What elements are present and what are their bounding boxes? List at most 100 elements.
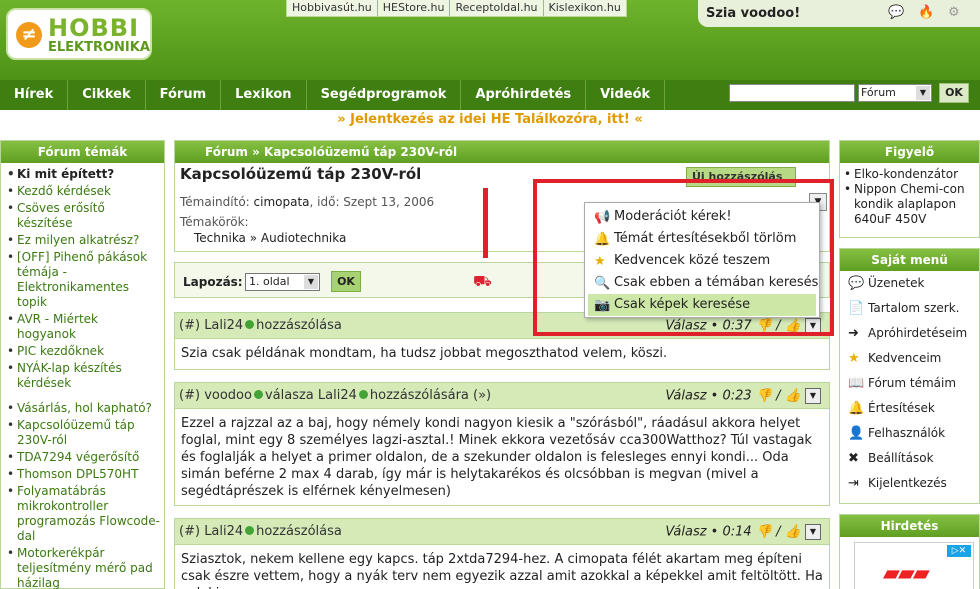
- book-icon: 📖: [848, 376, 865, 391]
- search-scope-value: Fórum: [861, 86, 896, 99]
- topic-list-item[interactable]: Motorkerékpár teljesítmény mérő pad házi…: [7, 546, 160, 589]
- menu-item-remove-notifications[interactable]: 🔔 Témát értesítésekből törlöm: [588, 228, 816, 250]
- menu-item-label: Csak képek keresése: [614, 297, 751, 312]
- fire-icon[interactable]: 🔥: [918, 5, 934, 21]
- breadcrumb[interactable]: Fórum » Kapcsolóüzemű táp 230V-ról: [175, 141, 829, 163]
- page-select-value: 1. oldal: [249, 275, 290, 288]
- starter-name[interactable]: cimopata: [254, 195, 310, 209]
- post-time: 0:23: [722, 388, 752, 404]
- own-menu-label: Felhasználók: [868, 426, 946, 440]
- post-anchor-link[interactable]: (#): [179, 388, 200, 403]
- arrow-icon: ➜: [848, 326, 859, 341]
- ad-banner[interactable]: ▷✕ ▰▰▰: [854, 542, 974, 589]
- own-menu-item[interactable]: 📄 Tartalom szerk.: [840, 296, 979, 321]
- post-author[interactable]: voodoo: [204, 388, 252, 403]
- star-icon: ★: [594, 254, 606, 269]
- topic-list-item[interactable]: Ez milyen alkatrész?: [7, 233, 160, 248]
- post-options-dropdown[interactable]: ▼: [805, 388, 821, 404]
- topic-list-item[interactable]: Folyamatábrás mikrokontroller programozá…: [7, 484, 160, 544]
- nav-item-aprohirdetes[interactable]: Apróhirdetés: [461, 80, 587, 110]
- announcement-link[interactable]: » Jelentkezés az idei HE Találkozóra, it…: [0, 112, 980, 127]
- nav-item-cikkek[interactable]: Cikkek: [68, 80, 146, 110]
- nav-item-videok[interactable]: Videók: [586, 80, 666, 110]
- gear-icon[interactable]: ⚙: [948, 5, 964, 21]
- watch-item[interactable]: Elko-kondenzátor: [844, 167, 975, 182]
- own-menu-item[interactable]: ➜ Apróhirdetéseim: [840, 321, 979, 346]
- search-ok-button[interactable]: OK: [939, 83, 969, 103]
- logo-line1: HOBBI: [48, 14, 140, 42]
- own-menu-item[interactable]: 📖 Fórum témáim: [840, 371, 979, 396]
- partner-link[interactable]: Kislexikon.hu: [544, 0, 626, 16]
- logout-icon: ⇥: [848, 476, 859, 491]
- own-menu-label: Kedvenceim: [868, 351, 942, 365]
- bell-icon: 🔔: [848, 401, 865, 416]
- own-menu-item[interactable]: 💬 Üzenetek: [840, 271, 979, 296]
- topic-list-item[interactable]: AVR - Miértek hogyanok: [7, 312, 160, 342]
- forum-topics-sidebar: Fórum témák Ki mit épített? Kezdő kérdése…: [0, 140, 165, 589]
- menu-item-search-images[interactable]: 📷 Csak képek keresése: [588, 294, 816, 316]
- chat-icon[interactable]: 💬: [888, 5, 904, 21]
- thumbs-up-icon[interactable]: 👍: [785, 389, 801, 404]
- topic-list-item[interactable]: NYÁK-lap készítés kérdések: [7, 361, 160, 391]
- search-scope-select[interactable]: Fórum ▼: [858, 84, 932, 102]
- category-link[interactable]: Technika: [194, 231, 246, 245]
- star-icon: ★: [848, 351, 860, 366]
- own-menu-item[interactable]: ✖ Beállítások: [840, 446, 979, 471]
- topic-list-item[interactable]: [OFF] Pihenő pákások témája - Elektronik…: [7, 250, 160, 310]
- paging-ok-button[interactable]: OK: [331, 271, 361, 292]
- topic-list-item[interactable]: Csöves erősítő készítése: [7, 201, 160, 231]
- reply-target-author[interactable]: Lali24: [318, 388, 357, 403]
- nav-item-lexikon[interactable]: Lexikon: [221, 80, 307, 110]
- nav-item-hirek[interactable]: Hírek: [0, 80, 69, 110]
- reply-link[interactable]: Válasz: [665, 525, 706, 540]
- subcategory-link[interactable]: Audiotechnika: [261, 231, 346, 245]
- ad-choices-icon[interactable]: ▷✕: [947, 545, 971, 557]
- post-anchor-link[interactable]: (#): [179, 318, 200, 333]
- tools-icon: ✖: [848, 451, 859, 466]
- menu-item-search-topic[interactable]: 🔍 Csak ebben a témában keresés: [588, 272, 819, 294]
- site-logo[interactable]: ≠ HOBBI ELEKTRONIKA: [6, 8, 152, 60]
- topic-list-item[interactable]: Thomson DPL570HT: [7, 467, 160, 482]
- online-status-icon: [245, 526, 255, 535]
- reply-link[interactable]: Válasz: [665, 389, 706, 404]
- own-menu-item[interactable]: 👤 Felhasználók: [840, 421, 979, 446]
- topic-options-menu: 📢 Moderációt kérek! 🔔 Témát értesítésekb…: [584, 202, 820, 318]
- topic-list-item[interactable]: Kapcsolóüzemű táp 230V-ról: [7, 418, 160, 448]
- thumbs-down-icon[interactable]: 👎: [756, 389, 772, 404]
- partner-link[interactable]: Receptoldal.hu: [450, 0, 544, 16]
- search-input[interactable]: [729, 84, 855, 102]
- forum-post: (#) Lali24 hozzászólása Válasz • 0:14 👎 /…: [174, 518, 830, 589]
- user-greeting: Szia voodoo!: [706, 6, 801, 21]
- thumbs-down-icon[interactable]: 👎: [756, 525, 772, 540]
- post-author[interactable]: Lali24: [204, 318, 243, 333]
- post-options-dropdown[interactable]: ▼: [805, 524, 821, 540]
- topic-list-item[interactable]: Kezdő kérdések: [7, 184, 160, 199]
- own-menu-item[interactable]: ⇥ Kijelentkezés: [840, 471, 979, 496]
- menu-item-moderation[interactable]: 📢 Moderációt kérek!: [588, 206, 816, 228]
- post-reply-area: Válasz • 0:23 👎 / 👍 ▼: [665, 388, 821, 404]
- post-header: (#) voodoo válasza Lali24 hozzászólására (…: [175, 383, 829, 409]
- partner-link[interactable]: Hobbivasút.hu: [287, 0, 378, 16]
- topic-list-item[interactable]: Vásárlás, hol kapható?: [7, 401, 160, 416]
- own-menu-item[interactable]: 🔔 Értesítések: [840, 396, 979, 421]
- bell-icon: 🔔: [594, 232, 611, 247]
- topic-list-item[interactable]: TDA7294 végerősítő: [7, 450, 160, 465]
- reply-target-link[interactable]: (»): [473, 388, 491, 403]
- topic-list-item[interactable]: PIC kezdőknek: [7, 344, 160, 359]
- menu-item-label: Témát értesítésekből törlöm: [614, 231, 797, 246]
- thumbs-up-icon[interactable]: 👍: [785, 525, 801, 540]
- nav-item-segedprogramok[interactable]: Segédprogramok: [307, 80, 462, 110]
- partner-link[interactable]: HEStore.hu: [378, 0, 451, 16]
- watch-item[interactable]: Nippon Chemi-con kondik alaplapon 640uF …: [844, 182, 975, 227]
- menu-item-label: Csak ebben a témában keresés: [614, 275, 819, 290]
- post-anchor-link[interactable]: (#): [179, 524, 200, 539]
- watch-title: Figyelő: [840, 141, 979, 163]
- page-select[interactable]: 1. oldal ▼: [245, 273, 320, 291]
- menu-item-add-favorite[interactable]: ★ Kedvencek közé teszem: [588, 250, 816, 272]
- post-author[interactable]: Lali24: [204, 524, 243, 539]
- document-icon: 📄: [848, 301, 865, 316]
- own-menu-item[interactable]: ★ Kedvenceim: [840, 346, 979, 371]
- nav-item-forum[interactable]: Fórum: [146, 80, 222, 110]
- topic-list-item[interactable]: Ki mit épített?: [7, 167, 160, 182]
- own-menu-label: Fórum témáim: [868, 376, 957, 390]
